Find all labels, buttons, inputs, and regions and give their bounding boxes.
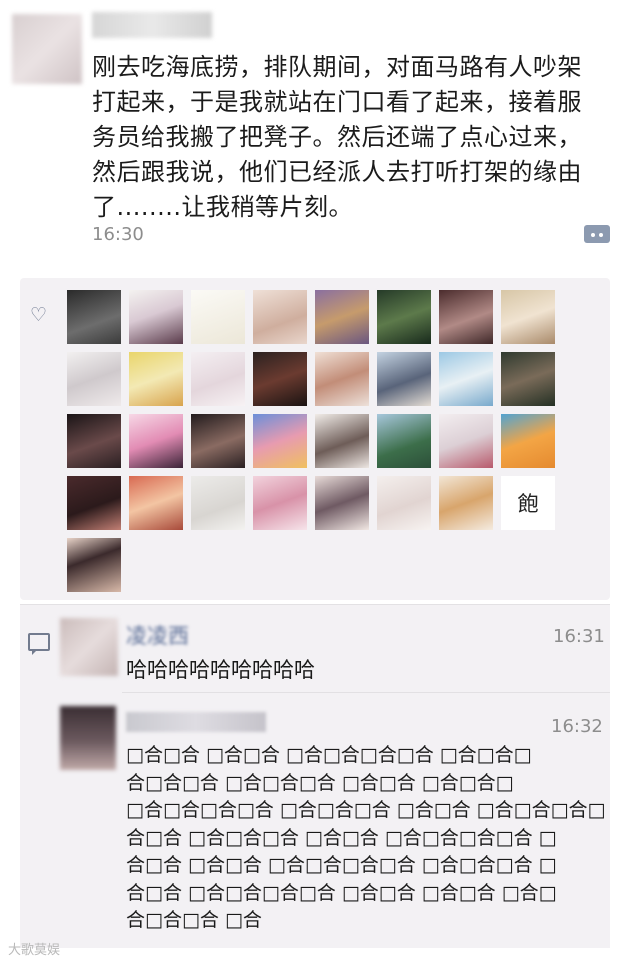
comment-text: □合□合 □合□合 □合□合□合□合 □合□合□ 合□合□合 □合□合□合 □合…	[126, 744, 606, 931]
comment-divider	[122, 692, 610, 693]
comment-menu-button[interactable]	[584, 225, 610, 243]
like-avatar[interactable]	[253, 352, 307, 406]
like-avatar[interactable]	[501, 290, 555, 344]
like-avatar[interactable]	[253, 414, 307, 468]
like-avatar[interactable]	[315, 352, 369, 406]
like-avatar[interactable]	[129, 476, 183, 530]
like-avatar[interactable]	[377, 414, 431, 468]
like-avatar[interactable]	[253, 476, 307, 530]
comment-time: 16:31	[553, 626, 605, 647]
heart-icon: ♡	[30, 304, 48, 326]
like-avatar[interactable]	[439, 414, 493, 468]
poster-avatar[interactable]	[12, 14, 82, 84]
like-avatar[interactable]	[315, 476, 369, 530]
like-avatar[interactable]	[377, 476, 431, 530]
comment-time: 16:32	[551, 716, 603, 737]
like-avatar[interactable]	[129, 414, 183, 468]
like-avatar[interactable]	[129, 290, 183, 344]
like-avatar[interactable]	[191, 414, 245, 468]
like-avatar[interactable]	[501, 352, 555, 406]
like-avatar[interactable]	[315, 290, 369, 344]
like-avatar[interactable]	[129, 352, 183, 406]
like-avatar[interactable]	[67, 290, 121, 344]
like-avatar[interactable]	[191, 290, 245, 344]
like-avatar[interactable]	[377, 352, 431, 406]
like-avatar[interactable]: 飽	[501, 476, 555, 530]
like-avatar[interactable]	[67, 476, 121, 530]
comment-text: 哈哈哈哈哈哈哈哈哈	[126, 658, 315, 682]
like-avatar[interactable]	[377, 290, 431, 344]
watermark: 大歌莫娱	[8, 943, 61, 958]
like-avatar[interactable]	[439, 476, 493, 530]
comment-avatar[interactable]	[60, 618, 118, 676]
like-avatar[interactable]	[191, 476, 245, 530]
like-avatar[interactable]	[67, 538, 121, 592]
comment-author[interactable]: 凌凌西	[126, 620, 189, 650]
comment-icon	[28, 633, 50, 655]
like-avatar[interactable]	[67, 352, 121, 406]
like-avatar[interactable]	[67, 414, 121, 468]
like-avatar[interactable]	[191, 352, 245, 406]
post-text: 刚去吃海底捞，排队期间，对面马路有人吵架 打起来，于是我就站在门口看了起来，接着…	[92, 53, 582, 221]
like-avatar[interactable]	[501, 414, 555, 468]
comment-avatar[interactable]	[60, 706, 116, 770]
like-avatar[interactable]	[253, 290, 307, 344]
like-avatar[interactable]	[439, 290, 493, 344]
poster-name[interactable]	[92, 12, 212, 38]
like-avatar-text: 飽	[517, 492, 539, 516]
like-avatar[interactable]	[315, 414, 369, 468]
post-time: 16:30	[92, 224, 144, 245]
like-avatar[interactable]	[439, 352, 493, 406]
comment-author[interactable]	[126, 712, 266, 732]
